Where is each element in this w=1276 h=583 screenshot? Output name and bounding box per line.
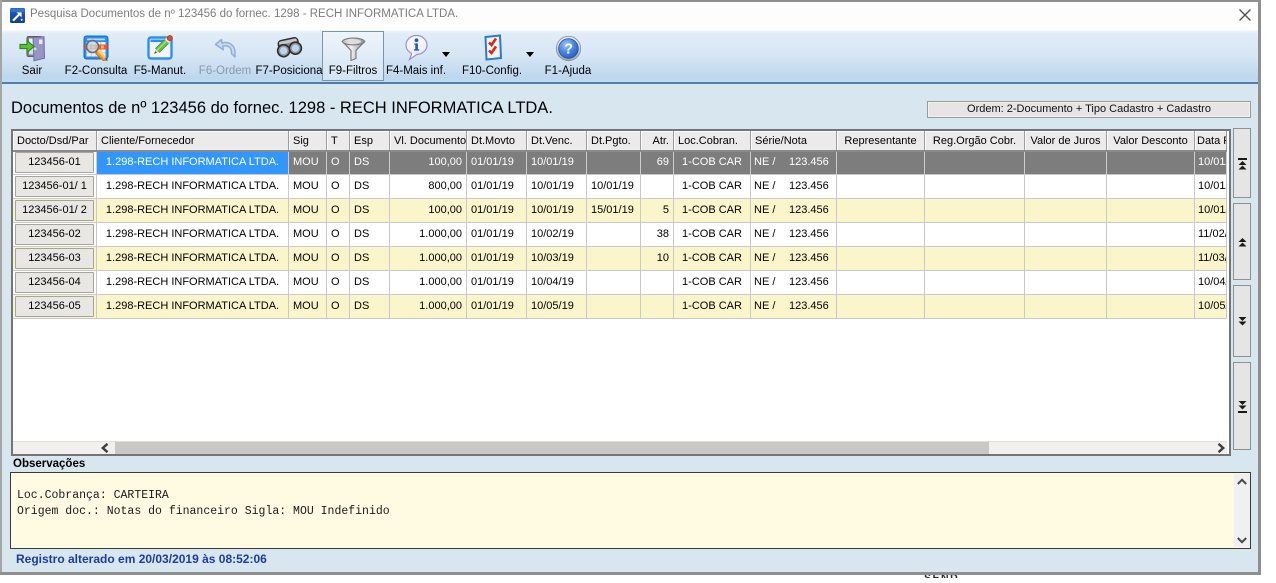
svg-text:?: ? [564,42,573,58]
